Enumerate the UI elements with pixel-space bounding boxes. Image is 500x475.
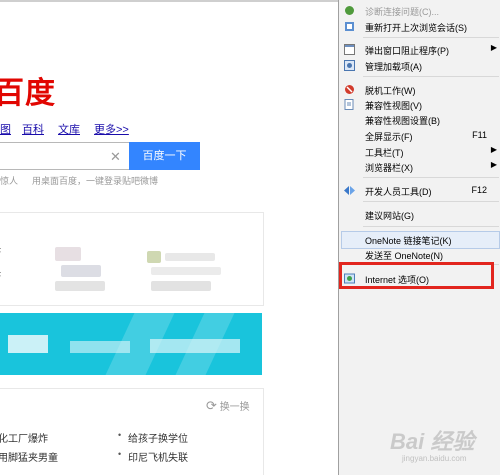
blurred-thumbnail	[55, 247, 81, 261]
nav-link-more[interactable]: 更多>>	[94, 121, 129, 137]
blurred-thumbnail	[151, 267, 221, 275]
blurred-thumbnail	[147, 251, 161, 263]
page-top-edge	[0, 0, 338, 2]
search-button[interactable]: 百度一下	[129, 142, 200, 170]
menu-item-toolbars[interactable]: 工具栏(T) ▶	[339, 144, 500, 159]
menu-item-compat-view[interactable]: 兼容性视图(V)	[339, 97, 500, 112]
submenu-arrow-icon: ▶	[490, 43, 497, 52]
blurred-thumbnail	[61, 265, 101, 277]
banner-blur	[8, 335, 48, 353]
blurred-thumbnail	[55, 281, 105, 291]
menu-separator	[363, 37, 499, 38]
banner-blur	[70, 341, 130, 353]
content-card: F F	[0, 212, 264, 306]
menu-item-manage-addons[interactable]: 管理加载项(A)	[339, 58, 500, 73]
menu-item-compat-settings[interactable]: 兼容性视图设置(B)	[339, 112, 500, 127]
watermark: Bai 经验	[390, 429, 475, 454]
offline-icon	[344, 84, 355, 95]
submenu-arrow-icon: ▶	[490, 145, 497, 154]
menu-item-dev-tools[interactable]: 开发人员工具(D) F12	[339, 183, 500, 198]
popup-blocker-icon	[344, 44, 355, 55]
news-item[interactable]: 化工厂爆炸	[0, 430, 48, 445]
bullet-icon: •	[118, 430, 122, 440]
news-item[interactable]: 给孩子换学位	[128, 430, 188, 445]
submenu-arrow-icon: ▶	[490, 160, 497, 169]
blurred-thumbnail	[151, 281, 211, 291]
menu-item-popup-blocker[interactable]: 弹出窗口阻止程序(P) ▶	[339, 42, 500, 57]
banner-blur	[150, 339, 240, 353]
watermark-url: jingyan.baidu.com	[402, 454, 467, 463]
bullet-icon: •	[118, 449, 122, 459]
nav-link-image[interactable]: 图	[0, 121, 11, 137]
hint-link[interactable]: 用桌面百度，一键登录贴吧微博	[32, 174, 158, 187]
menu-item-reopen-session[interactable]: 重新打开上次浏览会话(S)	[339, 19, 500, 34]
promo-banner[interactable]	[0, 313, 262, 375]
refresh-label: 换一换	[219, 402, 250, 413]
menu-separator	[363, 177, 499, 178]
menu-item-onenote-linked-notes[interactable]: OneNote 链接笔记(K)	[339, 232, 500, 247]
card-label: F	[0, 247, 1, 258]
compat-view-icon	[344, 99, 355, 110]
baidu-logo: 百度	[0, 76, 56, 111]
blurred-thumbnail	[165, 253, 215, 261]
tools-context-menu: 诊断连接问题(C)... 重新打开上次浏览会话(S) 弹出窗口阻止程序(P) ▶…	[338, 0, 500, 475]
menu-separator	[363, 76, 499, 77]
menu-item-send-to-onenote[interactable]: 发送至 OneNote(N)	[339, 247, 500, 262]
nav-link-wenku[interactable]: 文库	[58, 121, 80, 137]
diagnose-icon	[344, 5, 355, 16]
card-label: F	[0, 271, 1, 282]
news-item[interactable]: 印尼飞机失联	[128, 449, 188, 464]
highlight-box	[339, 262, 494, 289]
menu-item-fullscreen[interactable]: 全屏显示(F) F11	[339, 128, 500, 143]
dev-tools-icon	[344, 185, 355, 196]
nav-link-baike[interactable]: 百科	[22, 121, 44, 137]
addons-icon	[344, 60, 355, 71]
web-page: 百度 图 百科 文库 更多>> ✕ 百度一下 惊人 用桌面百度，一键登录贴吧微博…	[0, 0, 338, 475]
menu-item-diagnose[interactable]: 诊断连接问题(C)...	[339, 3, 500, 18]
menu-item-suggested-sites[interactable]: 建议网站(G)	[339, 207, 500, 222]
refresh-link[interactable]: ⟳ 换一换	[206, 398, 250, 414]
menu-item-explorer-bars[interactable]: 浏览器栏(X) ▶	[339, 159, 500, 174]
reopen-session-icon	[344, 21, 355, 32]
refresh-icon: ⟳	[206, 398, 217, 413]
hint-text: 惊人	[0, 176, 19, 186]
menu-separator	[363, 201, 499, 202]
news-item[interactable]: 用脚猛夹男童	[0, 449, 58, 464]
menu-separator	[363, 226, 499, 227]
menu-item-work-offline[interactable]: 脱机工作(W)	[339, 82, 500, 97]
close-icon[interactable]: ✕	[110, 149, 121, 165]
